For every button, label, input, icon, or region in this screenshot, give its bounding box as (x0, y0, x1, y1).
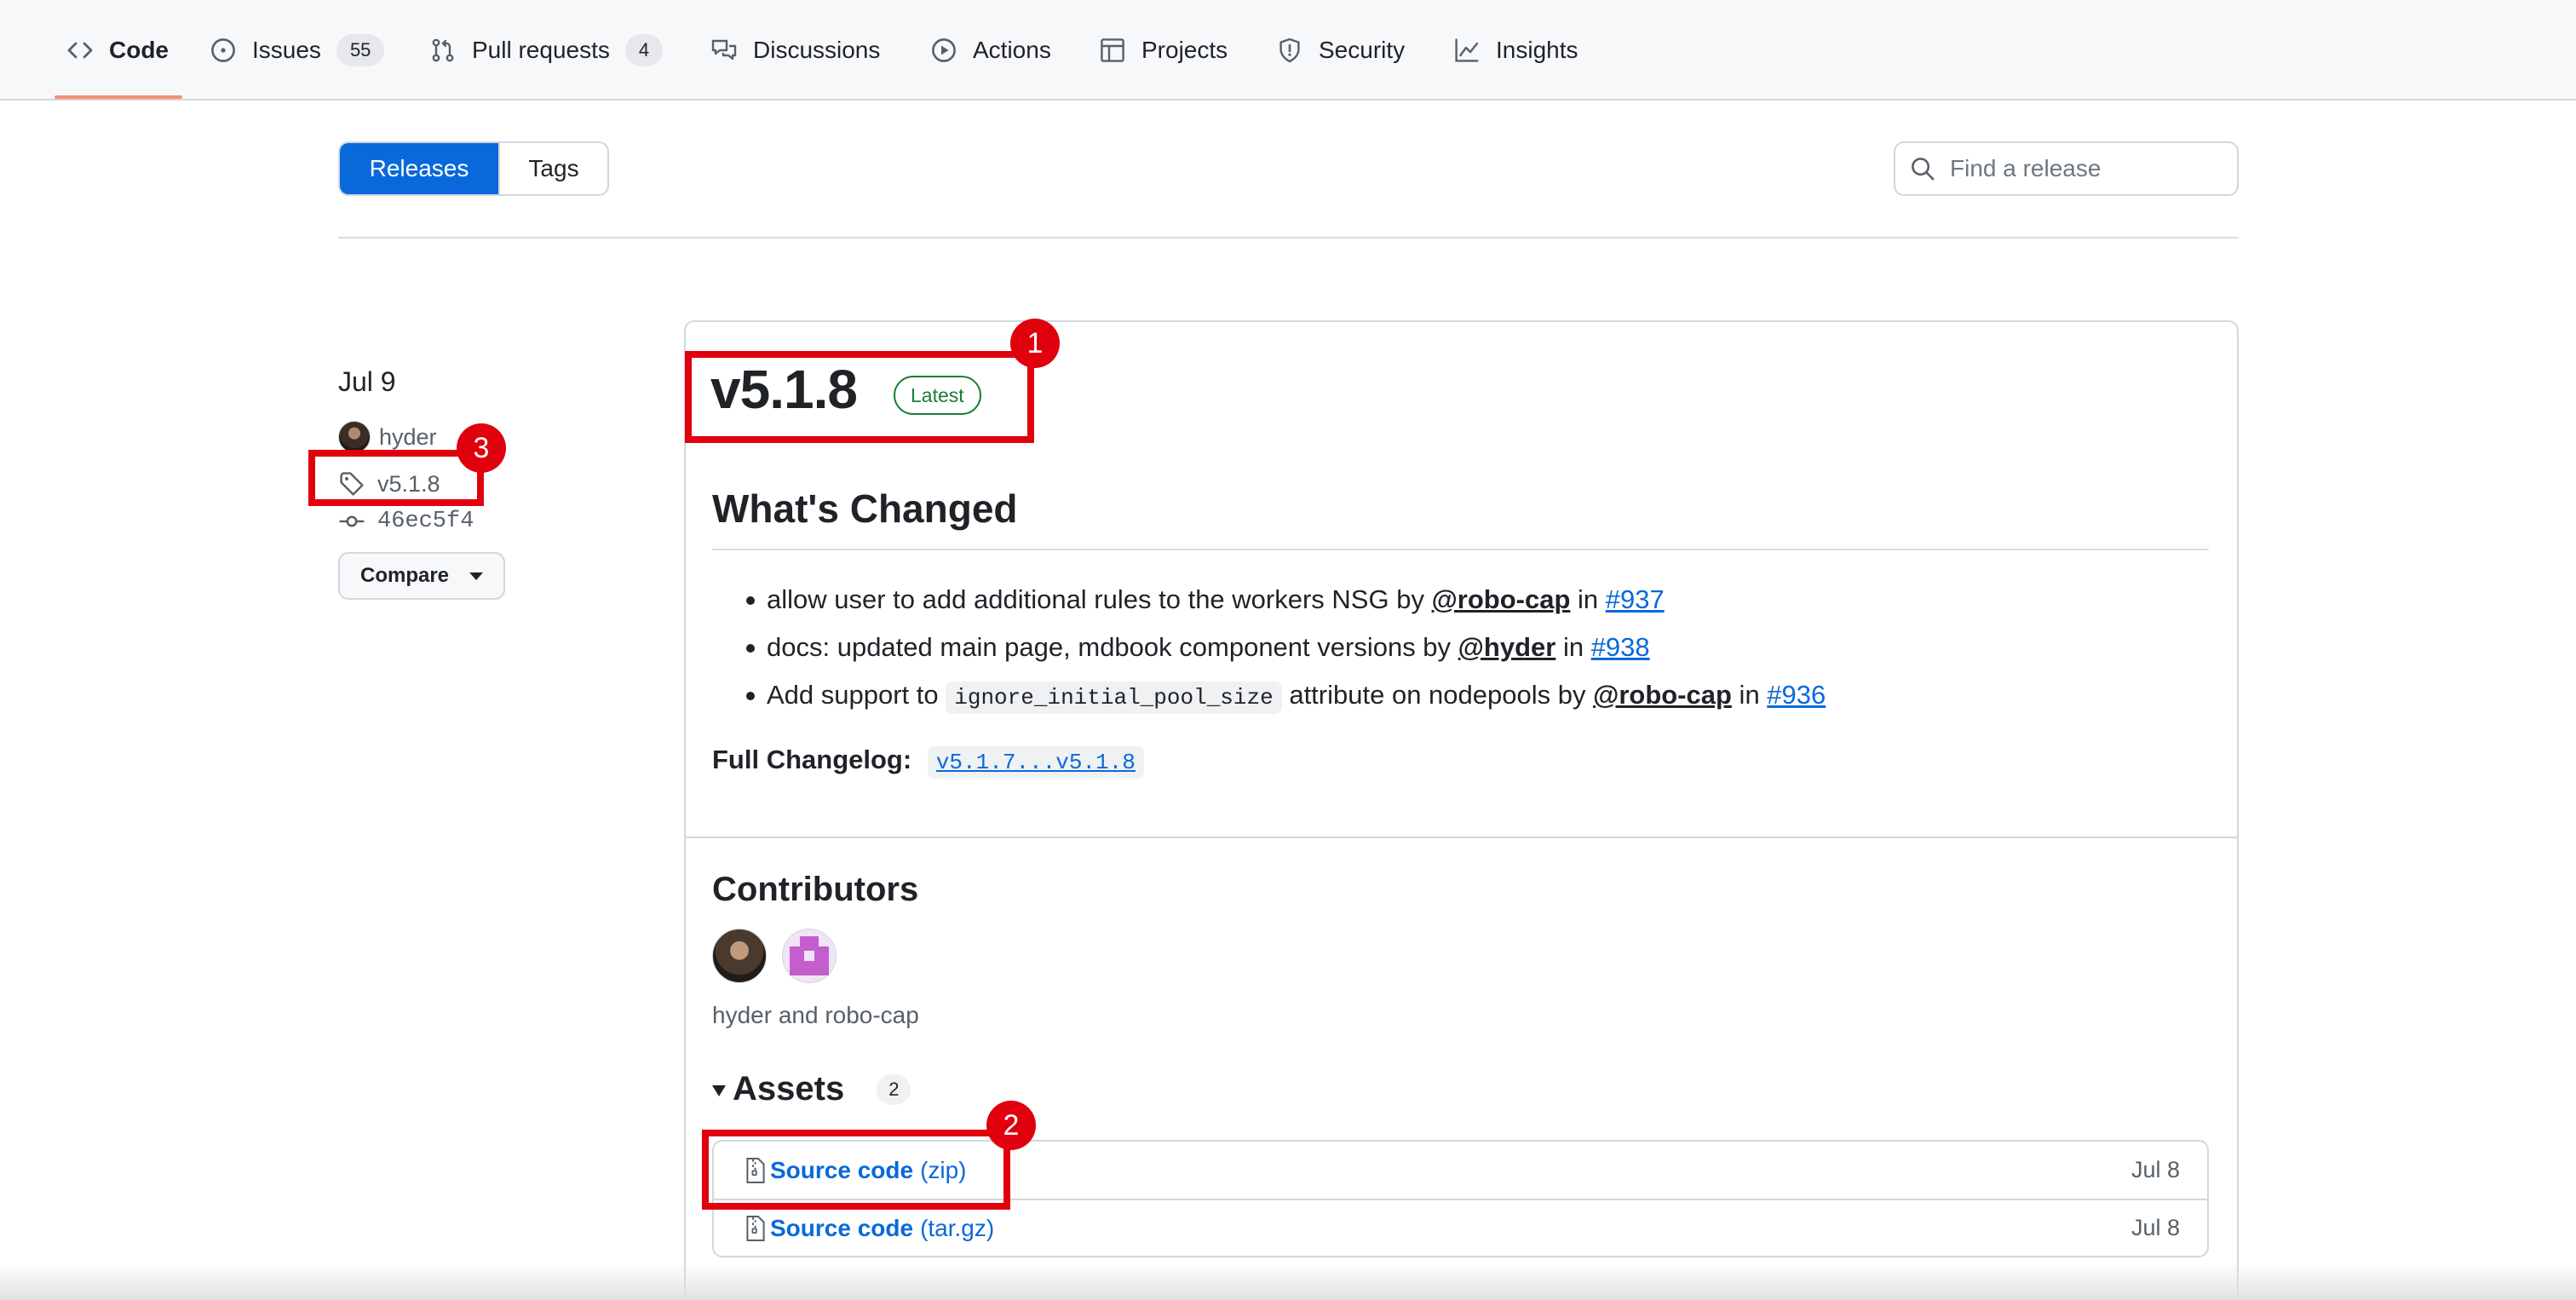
releases-tab-button[interactable]: Releases (340, 143, 498, 194)
triangle-down-icon (712, 1085, 726, 1096)
tab-actions-label: Actions (973, 37, 1051, 63)
tab-discussions-label: Discussions (753, 37, 881, 63)
search-icon (1912, 158, 1935, 181)
asset-link-targz[interactable]: Source code (770, 1215, 913, 1242)
list-item: Add support to ignore_initial_pool_size … (712, 671, 2209, 722)
repo-nav: Code Issues 55 Pull requests 4 Discussio… (0, 0, 2576, 101)
release-author[interactable]: hyder (338, 421, 437, 453)
heading-divider (712, 549, 2209, 550)
changelog-label: Full Changelog: (712, 745, 912, 774)
compare-button-label: Compare (359, 564, 450, 587)
tab-code[interactable]: Code (66, 0, 169, 101)
card-divider (686, 837, 2237, 838)
inline-code: ignore_initial_pool_size (946, 682, 1282, 714)
play-icon (932, 38, 956, 62)
tab-projects-label: Projects (1141, 37, 1228, 63)
file-zip-icon (746, 1215, 765, 1241)
author-name: hyder (379, 423, 437, 450)
shield-icon (1279, 37, 1300, 63)
change-in-text: in (1570, 584, 1606, 614)
user-mention-link[interactable]: @robo-cap (1593, 680, 1732, 710)
selected-tab-underline (55, 95, 182, 99)
pull-request-link[interactable]: #937 (1606, 584, 1665, 614)
compare-button[interactable]: Compare (338, 552, 505, 600)
issue-opened-icon (211, 38, 235, 62)
change-list: allow user to add additional rules to th… (712, 576, 2209, 722)
annotation-badge-1: 1 (1010, 319, 1060, 368)
releases-tags-toggle: Releases Tags (338, 141, 609, 196)
annotation-box-2 (702, 1130, 1010, 1210)
subnav-divider (338, 237, 2239, 239)
tab-issues[interactable]: Issues 55 (210, 0, 385, 101)
release-commit-sha: 46ec5f4 (377, 509, 474, 534)
full-changelog: Full Changelog: v5.1.7...v5.1.8 (712, 745, 1144, 779)
tab-insights[interactable]: Insights (1453, 0, 1578, 101)
tab-projects[interactable]: Projects (1099, 0, 1228, 101)
tab-insights-label: Insights (1496, 37, 1578, 63)
pull-request-link[interactable]: #936 (1767, 680, 1826, 710)
contributors-names: hyder and robo-cap (712, 1002, 919, 1028)
list-item: allow user to add additional rules to th… (712, 576, 2209, 624)
tab-pull-requests-label: Pull requests (472, 37, 610, 63)
contributor-avatar-hyder[interactable] (712, 929, 767, 983)
whats-changed-heading: What's Changed (712, 486, 1018, 531)
git-pull-request-icon (432, 38, 454, 62)
tab-discussions[interactable]: Discussions (710, 0, 880, 101)
change-text: allow user to add additional rules to th… (767, 584, 1432, 614)
window-bottom-shadow (0, 1263, 2576, 1300)
tab-security[interactable]: Security (1276, 0, 1405, 101)
user-mention-link[interactable]: @hyder (1458, 632, 1556, 662)
assets-heading: Assets (733, 1070, 845, 1107)
contributors-heading: Contributors (712, 871, 919, 908)
changelog-compare-link[interactable]: v5.1.7...v5.1.8 (927, 746, 1144, 779)
tab-issues-label: Issues (252, 37, 321, 63)
graph-icon (1455, 38, 1479, 62)
release-date: Jul 9 (338, 366, 396, 397)
list-item: docs: updated main page, mdbook componen… (712, 624, 2209, 671)
change-text: Add support to (767, 680, 946, 710)
annotation-badge-2: 2 (986, 1101, 1036, 1150)
pull-requests-counter: 4 (624, 34, 664, 66)
tab-code-label: Code (109, 37, 169, 63)
find-release-input[interactable] (1950, 155, 2222, 182)
release-commit-link[interactable]: 46ec5f4 (338, 508, 474, 535)
identicon (790, 936, 829, 975)
comment-discussion-icon (711, 39, 737, 60)
code-icon (67, 42, 93, 59)
table-icon (1101, 38, 1124, 62)
assets-toggle[interactable]: Assets 2 (712, 1070, 911, 1108)
find-release-search (1894, 141, 2239, 196)
tab-security-label: Security (1319, 37, 1406, 63)
issues-counter: 55 (336, 34, 385, 66)
annotation-box-1 (685, 351, 1034, 443)
tags-tab-button[interactable]: Tags (498, 143, 607, 194)
tab-actions[interactable]: Actions (930, 0, 1051, 101)
assets-counter: 2 (877, 1073, 911, 1105)
contributor-avatar-robo-cap[interactable] (782, 929, 837, 983)
pull-request-link[interactable]: #938 (1591, 632, 1650, 662)
change-text-after: attribute on nodepools by (1281, 680, 1594, 710)
asset-date: Jul 8 (2130, 1215, 2180, 1240)
git-commit-icon (339, 515, 365, 527)
change-in-text: in (1731, 680, 1768, 710)
tab-pull-requests[interactable]: Pull requests 4 (429, 0, 664, 101)
change-in-text: in (1555, 632, 1591, 662)
change-text: docs: updated main page, mdbook componen… (767, 632, 1458, 662)
annotation-badge-3: 3 (457, 423, 506, 473)
user-mention-link[interactable]: @robo-cap (1432, 584, 1571, 614)
asset-kind-targz: (tar.gz) (920, 1214, 995, 1241)
author-avatar (338, 421, 371, 453)
asset-date: Jul 8 (2130, 1157, 2180, 1182)
caret-down-icon (469, 572, 484, 580)
annotation-box-3 (308, 450, 484, 506)
